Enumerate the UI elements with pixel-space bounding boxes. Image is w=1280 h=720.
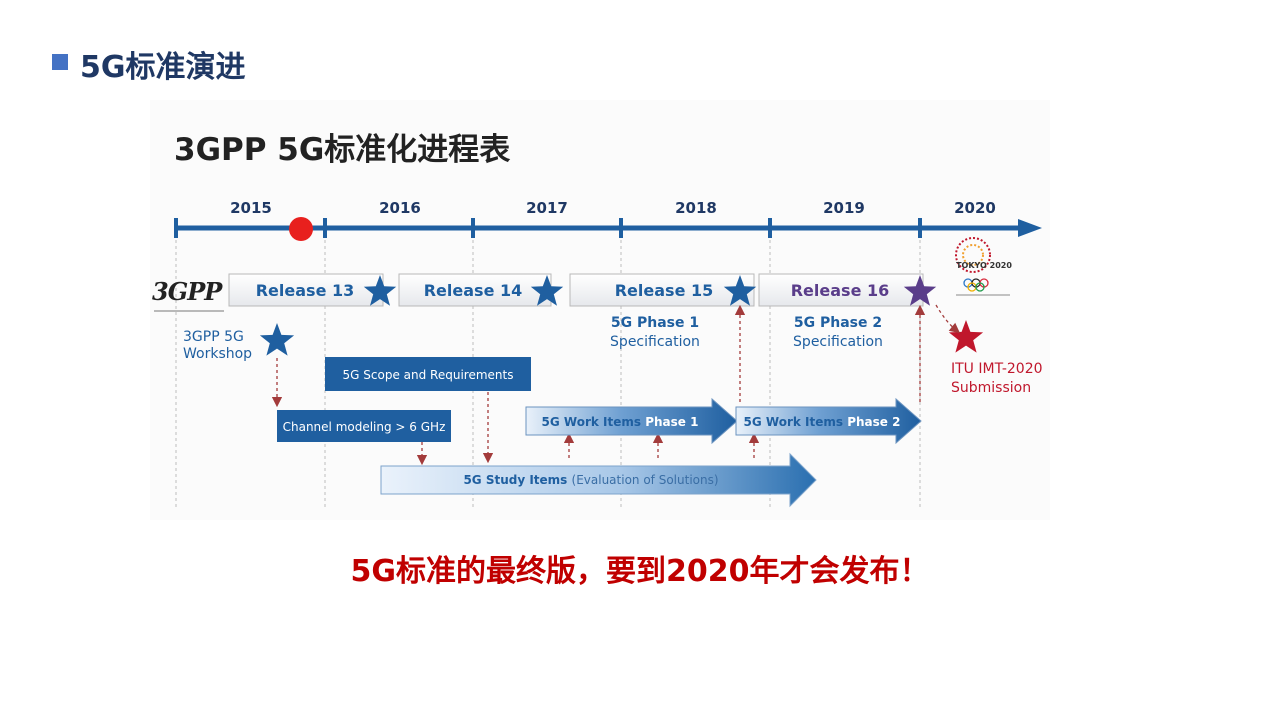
svg-text:5G Study Items (Evaluation of: 5G Study Items (Evaluation of Solutions) (463, 473, 718, 487)
standardization-timeline-figure: 3GPP 5G标准化进程表 2015 2016 2017 2018 2019 2… (150, 100, 1050, 520)
release-13-label: Release 13 (256, 281, 355, 300)
workshop-label-line2: Workshop (183, 346, 252, 362)
release-16-label: Release 16 (791, 281, 890, 300)
release-15-label: Release 15 (615, 281, 714, 300)
svg-text:5G Work Items Phase 2: 5G Work Items Phase 2 (744, 415, 901, 429)
work-items-phase2-arrow: 5G Work Items Phase 2 (735, 397, 922, 445)
study-items-paren: (Evaluation of Solutions) (572, 473, 719, 487)
tokyo-2020-logo: TOKYO 2020 (955, 237, 1012, 296)
svg-text:TOKYO 2020: TOKYO 2020 (956, 261, 1012, 270)
title-bullet (52, 54, 68, 70)
phase2-subtitle: Specification (793, 334, 883, 350)
itu-label-line1: ITU IMT-2020 (951, 361, 1043, 377)
release-15: Release 15 (569, 273, 755, 307)
release-14-label: Release 14 (424, 281, 523, 300)
release-13: Release 13 (228, 273, 384, 307)
year-label-2019: 2019 (823, 199, 865, 217)
scope-requirements-bar: 5G Scope and Requirements (325, 357, 531, 391)
channel-modeling-bar: Channel modeling > 6 GHz (277, 410, 451, 442)
channel-modeling-label: Channel modeling > 6 GHz (283, 420, 446, 434)
workshop-label-line1: 3GPP 5G (183, 329, 244, 345)
phase1-subtitle: Specification (610, 334, 700, 350)
study-items-label: 5G Study Items (463, 473, 571, 487)
svg-text:3GPP: 3GPP (152, 277, 223, 306)
work-items-phase1-phase: Phase 1 (645, 415, 698, 429)
svg-text:5G Work Items Phase 1: 5G Work Items Phase 1 (542, 415, 699, 429)
timeline-diagram: 2015 2016 2017 2018 2019 2020 3GPP TOKYO… (152, 199, 1043, 510)
work-items-phase1-arrow: 5G Work Items Phase 1 (525, 397, 738, 445)
work-items-phase2-phase: Phase 2 (847, 415, 900, 429)
year-label-2015: 2015 (230, 199, 272, 217)
workshop-star-icon (259, 323, 295, 356)
itu-submission-star-icon (948, 320, 984, 353)
work-items-phase2-label: 5G Work Items (744, 415, 848, 429)
year-label-2017: 2017 (526, 199, 568, 217)
phase1-title: 5G Phase 1 (611, 315, 699, 331)
release-14: Release 14 (398, 273, 552, 307)
slide-title: 5G标准演进 (80, 50, 246, 85)
scope-requirements-label: 5G Scope and Requirements (343, 368, 514, 382)
year-label-2018: 2018 (675, 199, 717, 217)
current-position-marker (289, 217, 313, 241)
study-items-arrow: 5G Study Items (Evaluation of Solutions) (380, 452, 817, 508)
release-16: Release 16 (758, 273, 924, 307)
work-items-phase1-label: 5G Work Items (542, 415, 646, 429)
conclusion-text: 5G标准的最终版，要到2020年才会发布！ (350, 554, 930, 589)
3gpp-logo: 3GPP (152, 277, 224, 312)
itu-label-line2: Submission (951, 380, 1031, 396)
year-label-2020: 2020 (954, 199, 996, 217)
year-label-2016: 2016 (379, 199, 421, 217)
phase2-title: 5G Phase 2 (794, 315, 882, 331)
